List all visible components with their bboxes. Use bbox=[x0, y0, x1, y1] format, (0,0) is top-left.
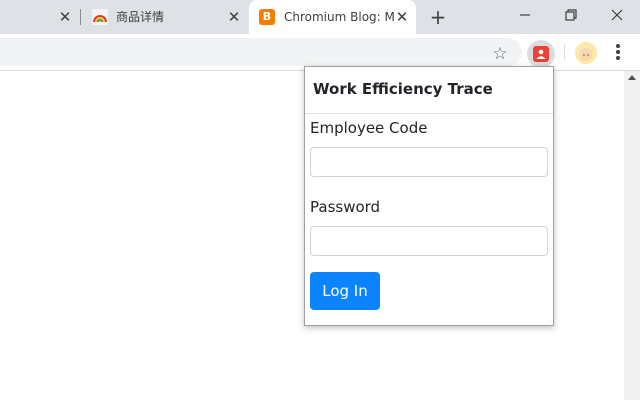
tab-title: 商品详情 bbox=[116, 10, 165, 24]
address-bar[interactable]: ☆ bbox=[0, 38, 522, 66]
extension-button[interactable] bbox=[527, 40, 555, 68]
new-tab-icon[interactable]: + bbox=[428, 7, 448, 27]
blogger-icon bbox=[259, 9, 275, 25]
login-form: Employee Code Password Log In bbox=[305, 113, 553, 326]
restore-icon[interactable] bbox=[559, 4, 583, 26]
rainbow-icon bbox=[92, 9, 108, 25]
minimize-icon[interactable] bbox=[513, 4, 537, 26]
vertical-scrollbar[interactable] bbox=[624, 71, 640, 400]
tab-2[interactable]: 商品详情 ✕ bbox=[82, 0, 248, 34]
password-label: Password bbox=[310, 198, 381, 216]
close-window-icon[interactable] bbox=[605, 4, 629, 26]
extension-popup: Work Efficiency Trace Employee Code Pass… bbox=[304, 66, 554, 326]
browser-window: ✕ 商品详情 ✕ Chromium Blog: Mo ✕ + bbox=[0, 0, 640, 400]
tab-title: Chromium Blog: Mo bbox=[284, 10, 395, 24]
close-tab-icon[interactable]: ✕ bbox=[57, 9, 73, 25]
login-button[interactable]: Log In bbox=[310, 272, 380, 310]
toolbar-divider bbox=[564, 44, 565, 60]
employee-code-input[interactable] bbox=[310, 147, 548, 177]
scroll-up-arrow-icon[interactable] bbox=[628, 75, 636, 80]
extension-icon bbox=[533, 46, 549, 62]
kebab-menu-icon[interactable] bbox=[612, 42, 624, 62]
tab-strip: ✕ 商品详情 ✕ Chromium Blog: Mo ✕ + bbox=[0, 0, 640, 34]
popup-title: Work Efficiency Trace bbox=[313, 80, 493, 98]
close-tab-icon[interactable]: ✕ bbox=[394, 9, 410, 25]
password-input[interactable] bbox=[310, 226, 548, 256]
employee-code-label: Employee Code bbox=[310, 119, 428, 137]
close-tab-icon[interactable]: ✕ bbox=[226, 9, 242, 25]
tab-divider bbox=[80, 9, 81, 25]
tab-1[interactable]: ✕ bbox=[0, 0, 80, 34]
tab-3-active[interactable]: Chromium Blog: Mo ✕ bbox=[249, 0, 416, 34]
avatar[interactable] bbox=[575, 42, 597, 64]
star-icon[interactable]: ☆ bbox=[490, 44, 510, 64]
